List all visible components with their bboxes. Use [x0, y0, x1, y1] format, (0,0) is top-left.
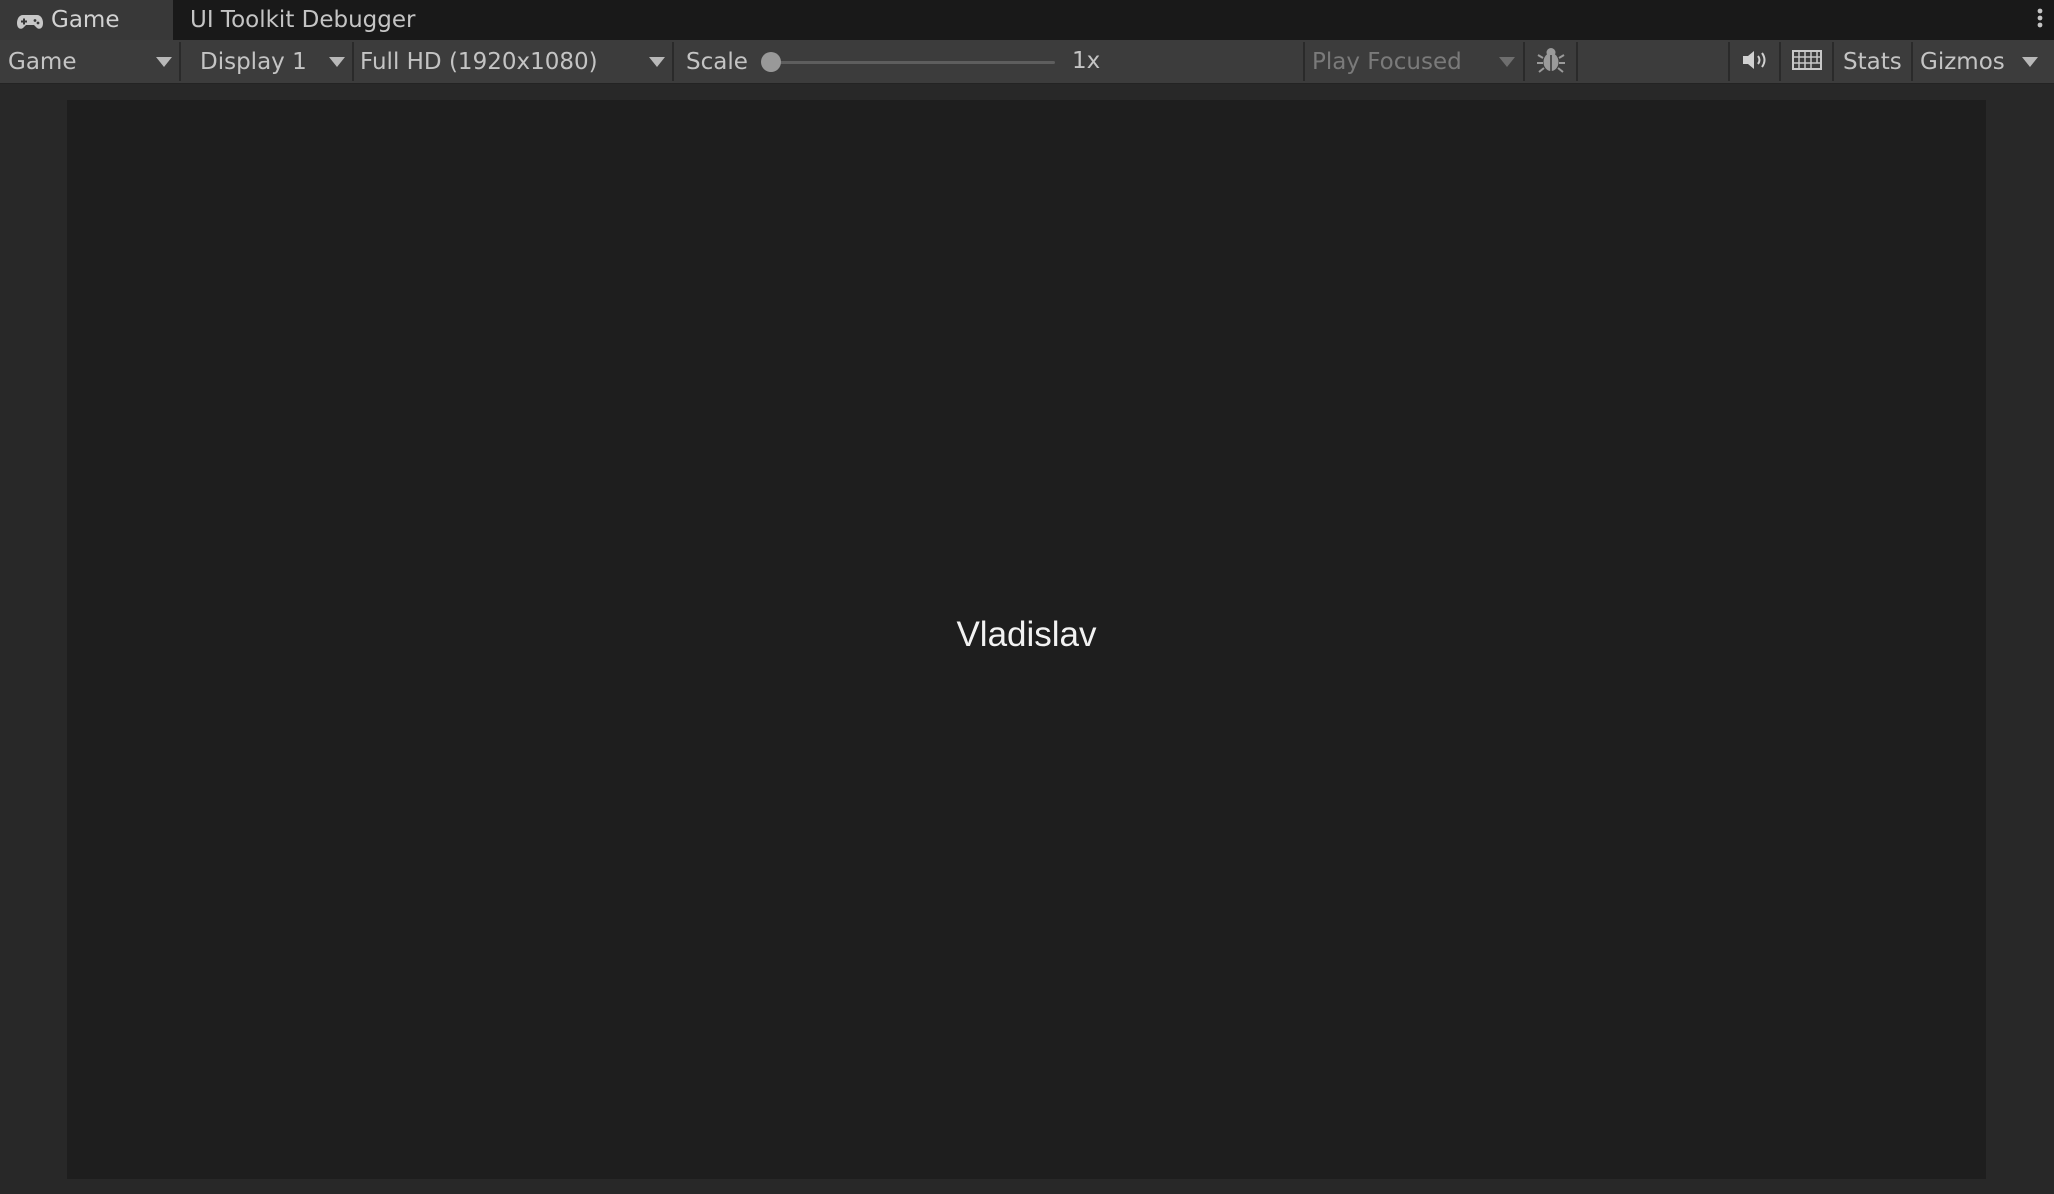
gamepad-icon [16, 11, 44, 29]
keyboard-icon [1792, 49, 1822, 74]
game-view-canvas[interactable]: Vladislav [67, 100, 1986, 1179]
view-dropdown-label: Game [8, 48, 77, 75]
chevron-down-icon [329, 57, 345, 67]
tab-debugger-label: UI Toolkit Debugger [190, 7, 416, 33]
game-toolbar: Game Display 1 Full HD (1920x1080) Scale… [0, 40, 2054, 84]
toolbar-divider [1779, 42, 1781, 81]
view-dropdown[interactable]: Game [0, 42, 178, 81]
kebab-menu-icon[interactable] [2036, 6, 2044, 32]
game-window: Game UI Toolkit Debugger Game Display 1 … [0, 0, 2054, 1194]
chevron-down-icon [649, 57, 665, 67]
bug-icon [1536, 45, 1566, 79]
play-mode-dropdown[interactable]: Play Focused [1306, 42, 1521, 81]
toolbar-divider [1303, 42, 1305, 81]
tab-game-label: Game [51, 7, 120, 33]
resolution-dropdown-label: Full HD (1920x1080) [360, 48, 598, 75]
toolbar-divider [1832, 42, 1834, 81]
toolbar-divider [1576, 42, 1578, 81]
toolbar-divider [1523, 42, 1525, 81]
mute-audio-button[interactable] [1731, 42, 1779, 81]
chevron-down-icon [1499, 57, 1515, 67]
gizmos-dropdown[interactable] [2008, 42, 2052, 81]
speaker-icon [1741, 49, 1769, 75]
toolbar-divider [672, 42, 674, 81]
tab-ui-toolkit-debugger[interactable]: UI Toolkit Debugger [190, 0, 416, 40]
scale-slider-handle[interactable] [761, 52, 781, 72]
chevron-down-icon [2022, 57, 2038, 67]
toolbar-divider [1728, 42, 1730, 81]
keyboard-shortcuts-button[interactable] [1782, 42, 1832, 81]
chevron-down-icon [156, 57, 172, 67]
gizmos-button[interactable]: Gizmos [1920, 42, 2005, 81]
stats-button[interactable]: Stats [1843, 42, 1902, 81]
display-dropdown-label: Display 1 [200, 48, 307, 75]
display-dropdown[interactable]: Display 1 [183, 42, 351, 81]
resolution-dropdown[interactable]: Full HD (1920x1080) [355, 42, 671, 81]
toolbar-divider [179, 42, 181, 81]
play-mode-label: Play Focused [1312, 48, 1462, 75]
scale-value: 1x [1072, 48, 1101, 74]
scale-label: Scale [686, 48, 748, 75]
debug-button[interactable] [1526, 42, 1576, 81]
tab-bar: Game UI Toolkit Debugger [0, 0, 2054, 40]
toolbar-divider [352, 42, 354, 81]
tab-game[interactable]: Game [0, 0, 173, 40]
scale-control: Scale 1x [676, 42, 1303, 81]
scale-slider-track[interactable] [771, 61, 1055, 64]
gizmos-label: Gizmos [1920, 48, 2005, 75]
game-center-text: Vladislav [956, 615, 1097, 654]
stats-label: Stats [1843, 48, 1902, 75]
toolbar-divider [1911, 42, 1913, 81]
